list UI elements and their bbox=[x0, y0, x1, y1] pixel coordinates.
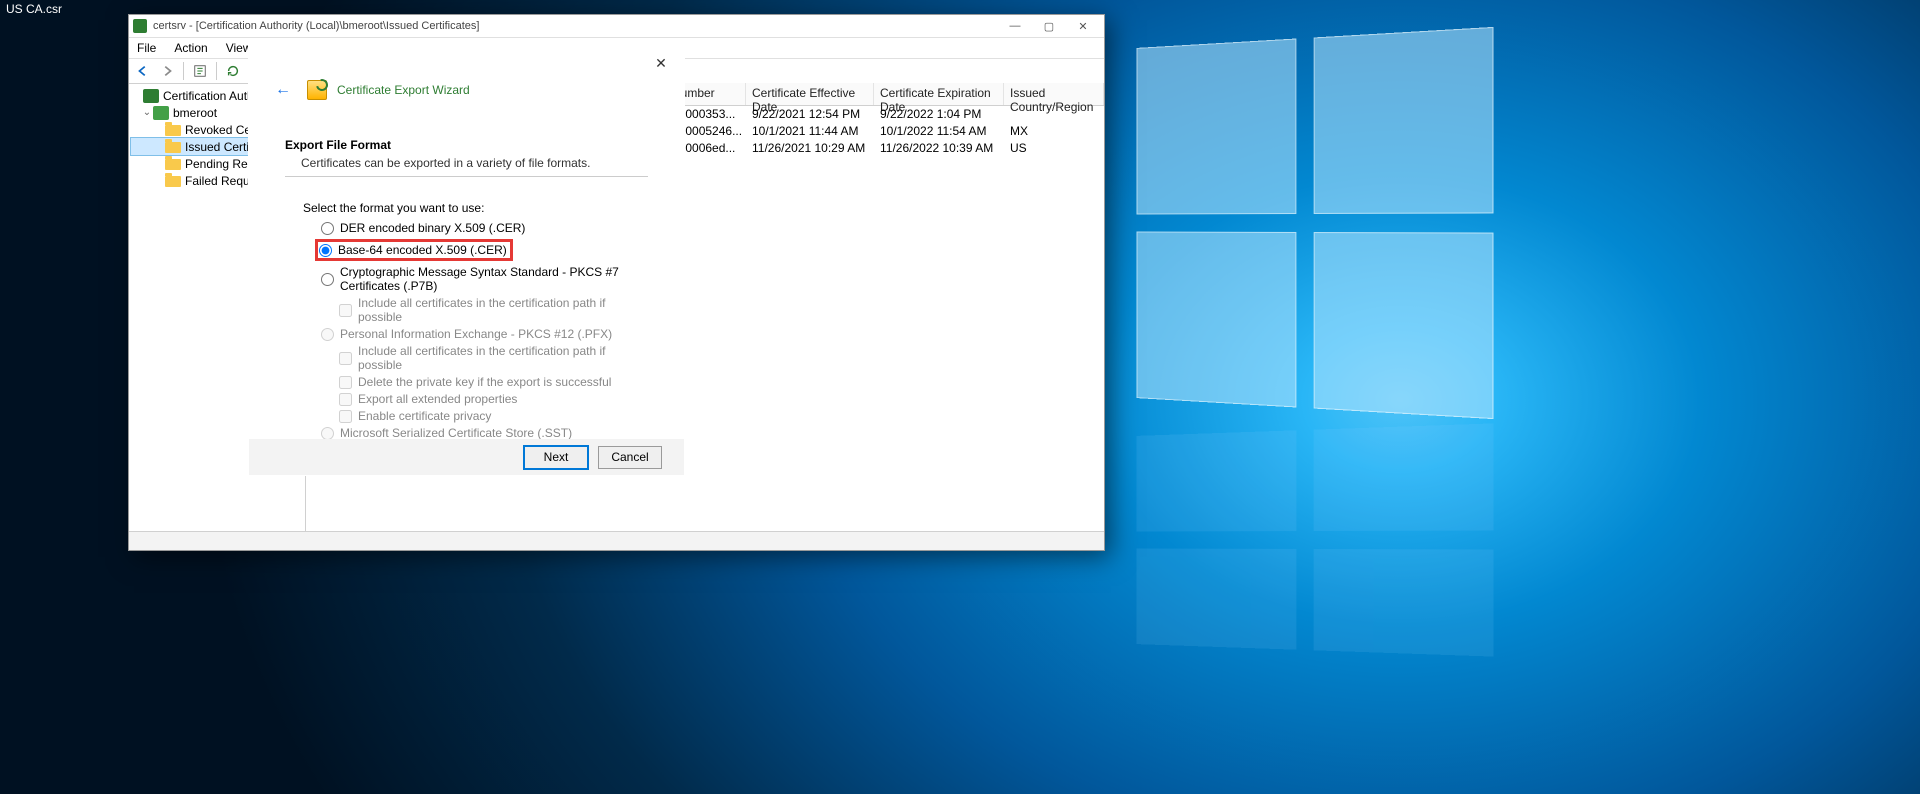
check-p7-include: Include all certificates in the certific… bbox=[339, 296, 648, 324]
radio-base64-input[interactable] bbox=[319, 244, 332, 257]
col-effective[interactable]: Certificate Effective Date bbox=[746, 83, 874, 105]
radio-pfx-label: Personal Information Exchange - PKCS #12… bbox=[340, 327, 612, 341]
col-expiration[interactable]: Certificate Expiration Date bbox=[874, 83, 1004, 105]
toolbar-separator bbox=[216, 62, 217, 80]
desktop-background: US CA.csr certsrv - [Certification Autho… bbox=[0, 0, 1920, 794]
check-pfx-privacy: Enable certificate privacy bbox=[339, 409, 648, 423]
check-pfx-include: Include all certificates in the certific… bbox=[339, 344, 648, 372]
wizard-back-icon[interactable]: ← bbox=[269, 81, 297, 99]
radio-der[interactable]: DER encoded binary X.509 (.CER) bbox=[321, 221, 648, 235]
cell-country: MX bbox=[1004, 123, 1104, 140]
radio-pkcs7[interactable]: Cryptographic Message Syntax Standard - … bbox=[321, 265, 648, 293]
app-icon bbox=[133, 19, 147, 33]
export-wizard-dialog: ✕ ← Certificate Export Wizard Export Fil… bbox=[248, 43, 685, 476]
dialog-close-button[interactable]: ✕ bbox=[648, 52, 674, 74]
folder-icon bbox=[165, 125, 181, 136]
cell-country bbox=[1004, 106, 1104, 123]
wizard-footer: Next Cancel bbox=[249, 439, 684, 475]
folder-icon bbox=[165, 142, 181, 153]
maximize-button[interactable]: ▢ bbox=[1032, 16, 1066, 36]
refresh-icon[interactable] bbox=[223, 61, 243, 81]
cancel-button[interactable]: Cancel bbox=[598, 446, 662, 469]
titlebar[interactable]: certsrv - [Certification Authority (Loca… bbox=[129, 15, 1104, 38]
check-pfx-delete-input bbox=[339, 376, 352, 389]
desktop-shortcut-label[interactable]: US CA.csr bbox=[6, 2, 62, 16]
menu-file[interactable]: File bbox=[133, 40, 160, 56]
table-row[interactable]: 00000353... 9/22/2021 12:54 PM 9/22/2022… bbox=[666, 106, 1104, 123]
ca-icon bbox=[143, 89, 159, 103]
windows-logo bbox=[1137, 27, 1494, 419]
next-button[interactable]: Next bbox=[524, 446, 588, 469]
table-row[interactable]: 000005246... 10/1/2021 11:44 AM 10/1/202… bbox=[666, 123, 1104, 140]
folder-icon bbox=[165, 159, 181, 170]
window-title: certsrv - [Certification Authority (Loca… bbox=[153, 20, 998, 32]
nav-back-icon[interactable] bbox=[133, 61, 153, 81]
minimize-button[interactable]: — bbox=[998, 16, 1032, 36]
col-country[interactable]: Issued Country/Region bbox=[1004, 83, 1104, 105]
check-pfx-privacy-label: Enable certificate privacy bbox=[358, 409, 491, 423]
wizard-title: Certificate Export Wizard bbox=[337, 83, 470, 97]
status-bar bbox=[129, 531, 1104, 550]
menu-action[interactable]: Action bbox=[170, 40, 211, 56]
cell-effective: 11/26/2021 10:29 AM bbox=[746, 140, 874, 157]
expand-caret-icon[interactable]: ⌄ bbox=[141, 107, 153, 118]
windows-logo-reflection bbox=[1137, 423, 1494, 656]
cell-effective: 10/1/2021 11:44 AM bbox=[746, 123, 874, 140]
radio-sst-label: Microsoft Serialized Certificate Store (… bbox=[340, 426, 572, 440]
check-pfx-privacy-input bbox=[339, 410, 352, 423]
check-pfx-ext-label: Export all extended properties bbox=[358, 392, 517, 406]
check-pfx-delete-label: Delete the private key if the export is … bbox=[358, 375, 611, 389]
properties-icon[interactable] bbox=[190, 61, 210, 81]
check-pfx-include-input bbox=[339, 352, 352, 365]
section-heading: Export File Format bbox=[285, 138, 648, 152]
check-pfx-delete: Delete the private key if the export is … bbox=[339, 375, 648, 389]
radio-pkcs7-input[interactable] bbox=[321, 273, 334, 286]
radio-der-input[interactable] bbox=[321, 222, 334, 235]
check-pfx-ext-input bbox=[339, 393, 352, 406]
cell-effective: 9/22/2021 12:54 PM bbox=[746, 106, 874, 123]
toolbar-separator bbox=[183, 62, 184, 80]
check-pfx-include-label: Include all certificates in the certific… bbox=[358, 344, 648, 372]
divider bbox=[285, 176, 648, 177]
check-pfx-ext: Export all extended properties bbox=[339, 392, 648, 406]
radio-pfx: Personal Information Exchange - PKCS #12… bbox=[321, 327, 648, 341]
section-subtext: Certificates can be exported in a variet… bbox=[301, 156, 648, 170]
radio-der-label: DER encoded binary X.509 (.CER) bbox=[340, 221, 525, 235]
radio-base64[interactable]: Base-64 encoded X.509 (.CER) bbox=[317, 241, 511, 259]
radio-pfx-input bbox=[321, 328, 334, 341]
cell-country: US bbox=[1004, 140, 1104, 157]
nav-forward-icon[interactable] bbox=[157, 61, 177, 81]
close-button[interactable]: ✕ bbox=[1066, 16, 1100, 36]
check-p7-include-input bbox=[339, 304, 352, 317]
server-icon bbox=[153, 106, 169, 120]
radio-sst-input bbox=[321, 427, 334, 440]
cell-expiration: 10/1/2022 11:54 AM bbox=[874, 123, 1004, 140]
radio-sst: Microsoft Serialized Certificate Store (… bbox=[321, 426, 648, 440]
radio-base64-label: Base-64 encoded X.509 (.CER) bbox=[338, 243, 507, 257]
radio-pkcs7-label: Cryptographic Message Syntax Standard - … bbox=[340, 265, 648, 293]
table-row[interactable]: 000006ed... 11/26/2021 10:29 AM 11/26/20… bbox=[666, 140, 1104, 157]
format-prompt: Select the format you want to use: bbox=[303, 201, 648, 215]
folder-icon bbox=[165, 176, 181, 187]
cell-expiration: 9/22/2022 1:04 PM bbox=[874, 106, 1004, 123]
tree-ca-label: bmeroot bbox=[173, 106, 217, 120]
check-p7-include-label: Include all certificates in the certific… bbox=[358, 296, 648, 324]
cell-expiration: 11/26/2022 10:39 AM bbox=[874, 140, 1004, 157]
certificate-icon bbox=[307, 80, 327, 100]
